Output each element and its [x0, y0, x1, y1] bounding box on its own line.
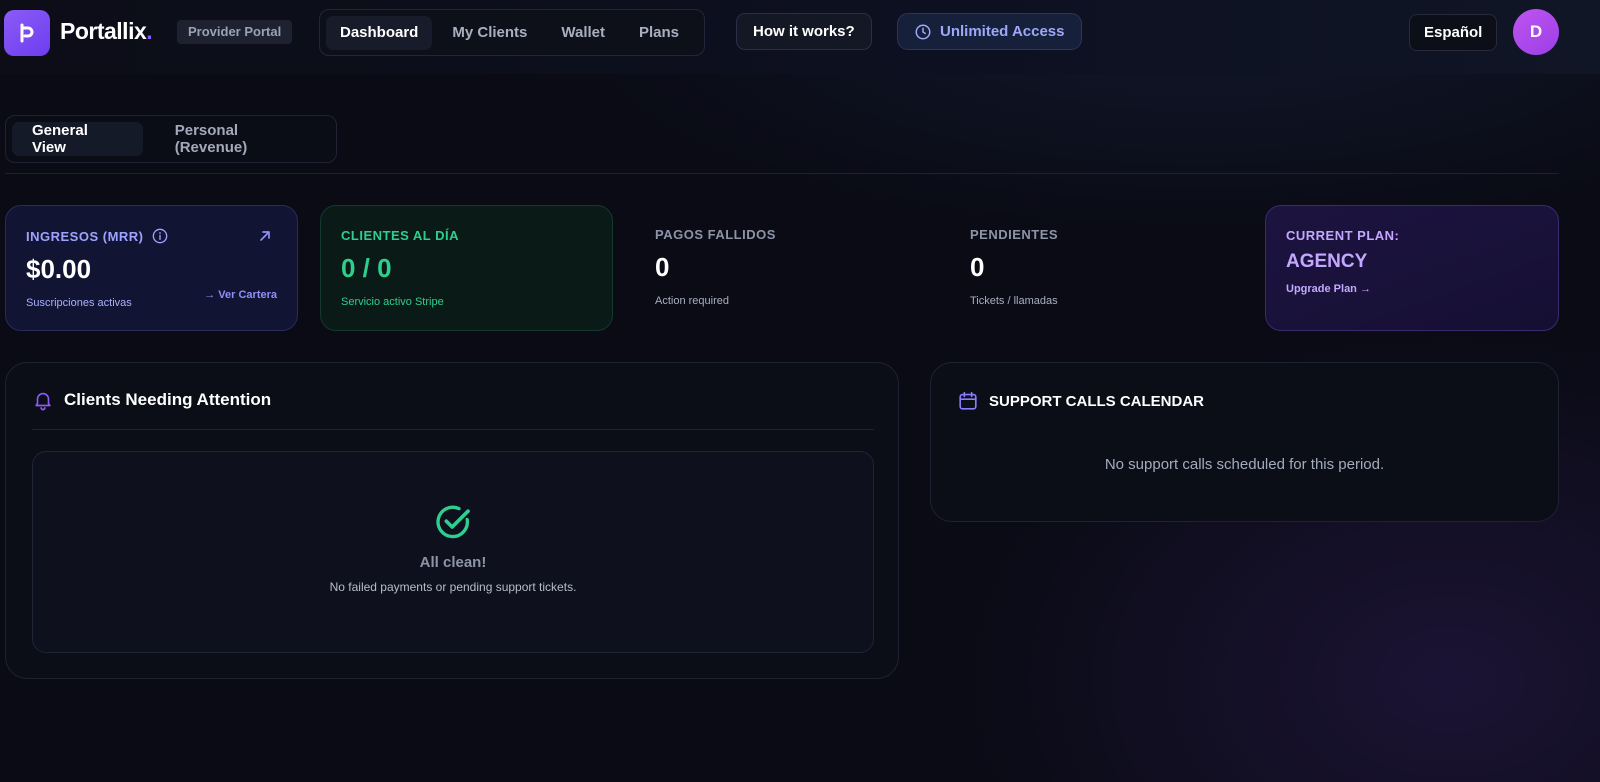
ver-cartera-link[interactable]: → Ver Cartera [204, 289, 277, 301]
main-nav: Dashboard My Clients Wallet Plans [319, 9, 705, 56]
mrr-label-row: INGRESOS (MRR) [26, 228, 277, 244]
check-circle-icon [436, 505, 470, 539]
current-plan-card: CURRENT PLAN: AGENCY Upgrade Plan → [1265, 205, 1559, 331]
nav-dashboard[interactable]: Dashboard [326, 15, 433, 50]
plan-label: CURRENT PLAN: [1286, 228, 1400, 243]
mrr-value: $0.00 [26, 254, 92, 284]
attention-title-row: Clients Needing Attention [32, 389, 271, 411]
pagos-label: PAGOS FALLIDOS [655, 227, 776, 242]
calendar-icon [959, 391, 977, 410]
all-clean-box: All clean! No failed payments or pending… [32, 451, 874, 653]
arrow-up-right-icon[interactable] [257, 228, 273, 244]
calendar-title-row: SUPPORT CALLS CALENDAR [957, 390, 1204, 412]
tab-personal-revenue[interactable]: Personal (Revenue) [155, 122, 330, 156]
pendientes-value: 0 [970, 252, 985, 282]
bell-icon [35, 392, 51, 411]
unlimited-access-label: Unlimited Access [940, 23, 1065, 40]
pagos-fallidos-card: PAGOS FALLIDOS 0 Action required [635, 205, 928, 331]
clientes-card: CLIENTES AL DÍA 0 / 0 Servicio activo St… [320, 205, 613, 331]
clientes-value: 0 / 0 [341, 253, 392, 283]
nav-my-clients[interactable]: My Clients [438, 16, 541, 50]
calendar-empty-message: No support calls scheduled for this peri… [1104, 456, 1385, 473]
nav-wallet[interactable]: Wallet [547, 16, 619, 50]
pagos-sub: Action required [655, 295, 729, 307]
calendar-title: SUPPORT CALLS CALENDAR [989, 392, 1205, 410]
pagos-value: 0 [655, 252, 670, 282]
clientes-sub: Servicio activo Stripe [341, 296, 444, 308]
unlimited-access-button[interactable]: Unlimited Access [897, 13, 1082, 50]
mrr-label: INGRESOS (MRR) [26, 228, 144, 244]
plan-value: AGENCY [1286, 251, 1368, 272]
brand-text: Portallix [60, 18, 147, 44]
tab-general-view[interactable]: General View [12, 122, 143, 156]
section-divider [5, 173, 1559, 174]
pendientes-label: PENDIENTES [970, 227, 1059, 242]
all-clean-sub: No failed payments or pending support ti… [329, 580, 577, 594]
brand-name[interactable]: Portallix. [60, 18, 153, 45]
nav-plans[interactable]: Plans [625, 16, 693, 50]
language-button[interactable]: Español [1409, 14, 1498, 51]
attention-panel: Clients Needing Attention All clean! No … [5, 362, 899, 679]
brand-dot: . [146, 18, 153, 44]
view-toggle: General View Personal (Revenue) [5, 115, 337, 163]
attention-title: Clients Needing Attention [64, 390, 272, 409]
how-it-works-button[interactable]: How it works? [736, 13, 872, 50]
provider-portal-badge: Provider Portal [177, 20, 293, 44]
upgrade-plan-link[interactable]: Upgrade Plan → [1286, 283, 1538, 295]
mrr-card: INGRESOS (MRR) $0.00 Suscripciones activ… [5, 205, 298, 331]
clock-icon [915, 24, 931, 39]
top-header: Portallix. Provider Portal Dashboard My … [0, 0, 1600, 74]
pendientes-card: PENDIENTES 0 Tickets / llamadas [950, 205, 1243, 331]
pendientes-sub: Tickets / llamadas [970, 295, 1058, 307]
all-clean-title: All clean! [419, 554, 487, 571]
calendar-panel: SUPPORT CALLS CALENDAR No support calls … [930, 362, 1559, 522]
info-icon[interactable] [152, 228, 168, 244]
logo-icon[interactable] [4, 10, 50, 56]
avatar[interactable]: D [1513, 9, 1559, 55]
clientes-label: CLIENTES AL DÍA [341, 228, 460, 243]
attention-divider [32, 429, 874, 430]
